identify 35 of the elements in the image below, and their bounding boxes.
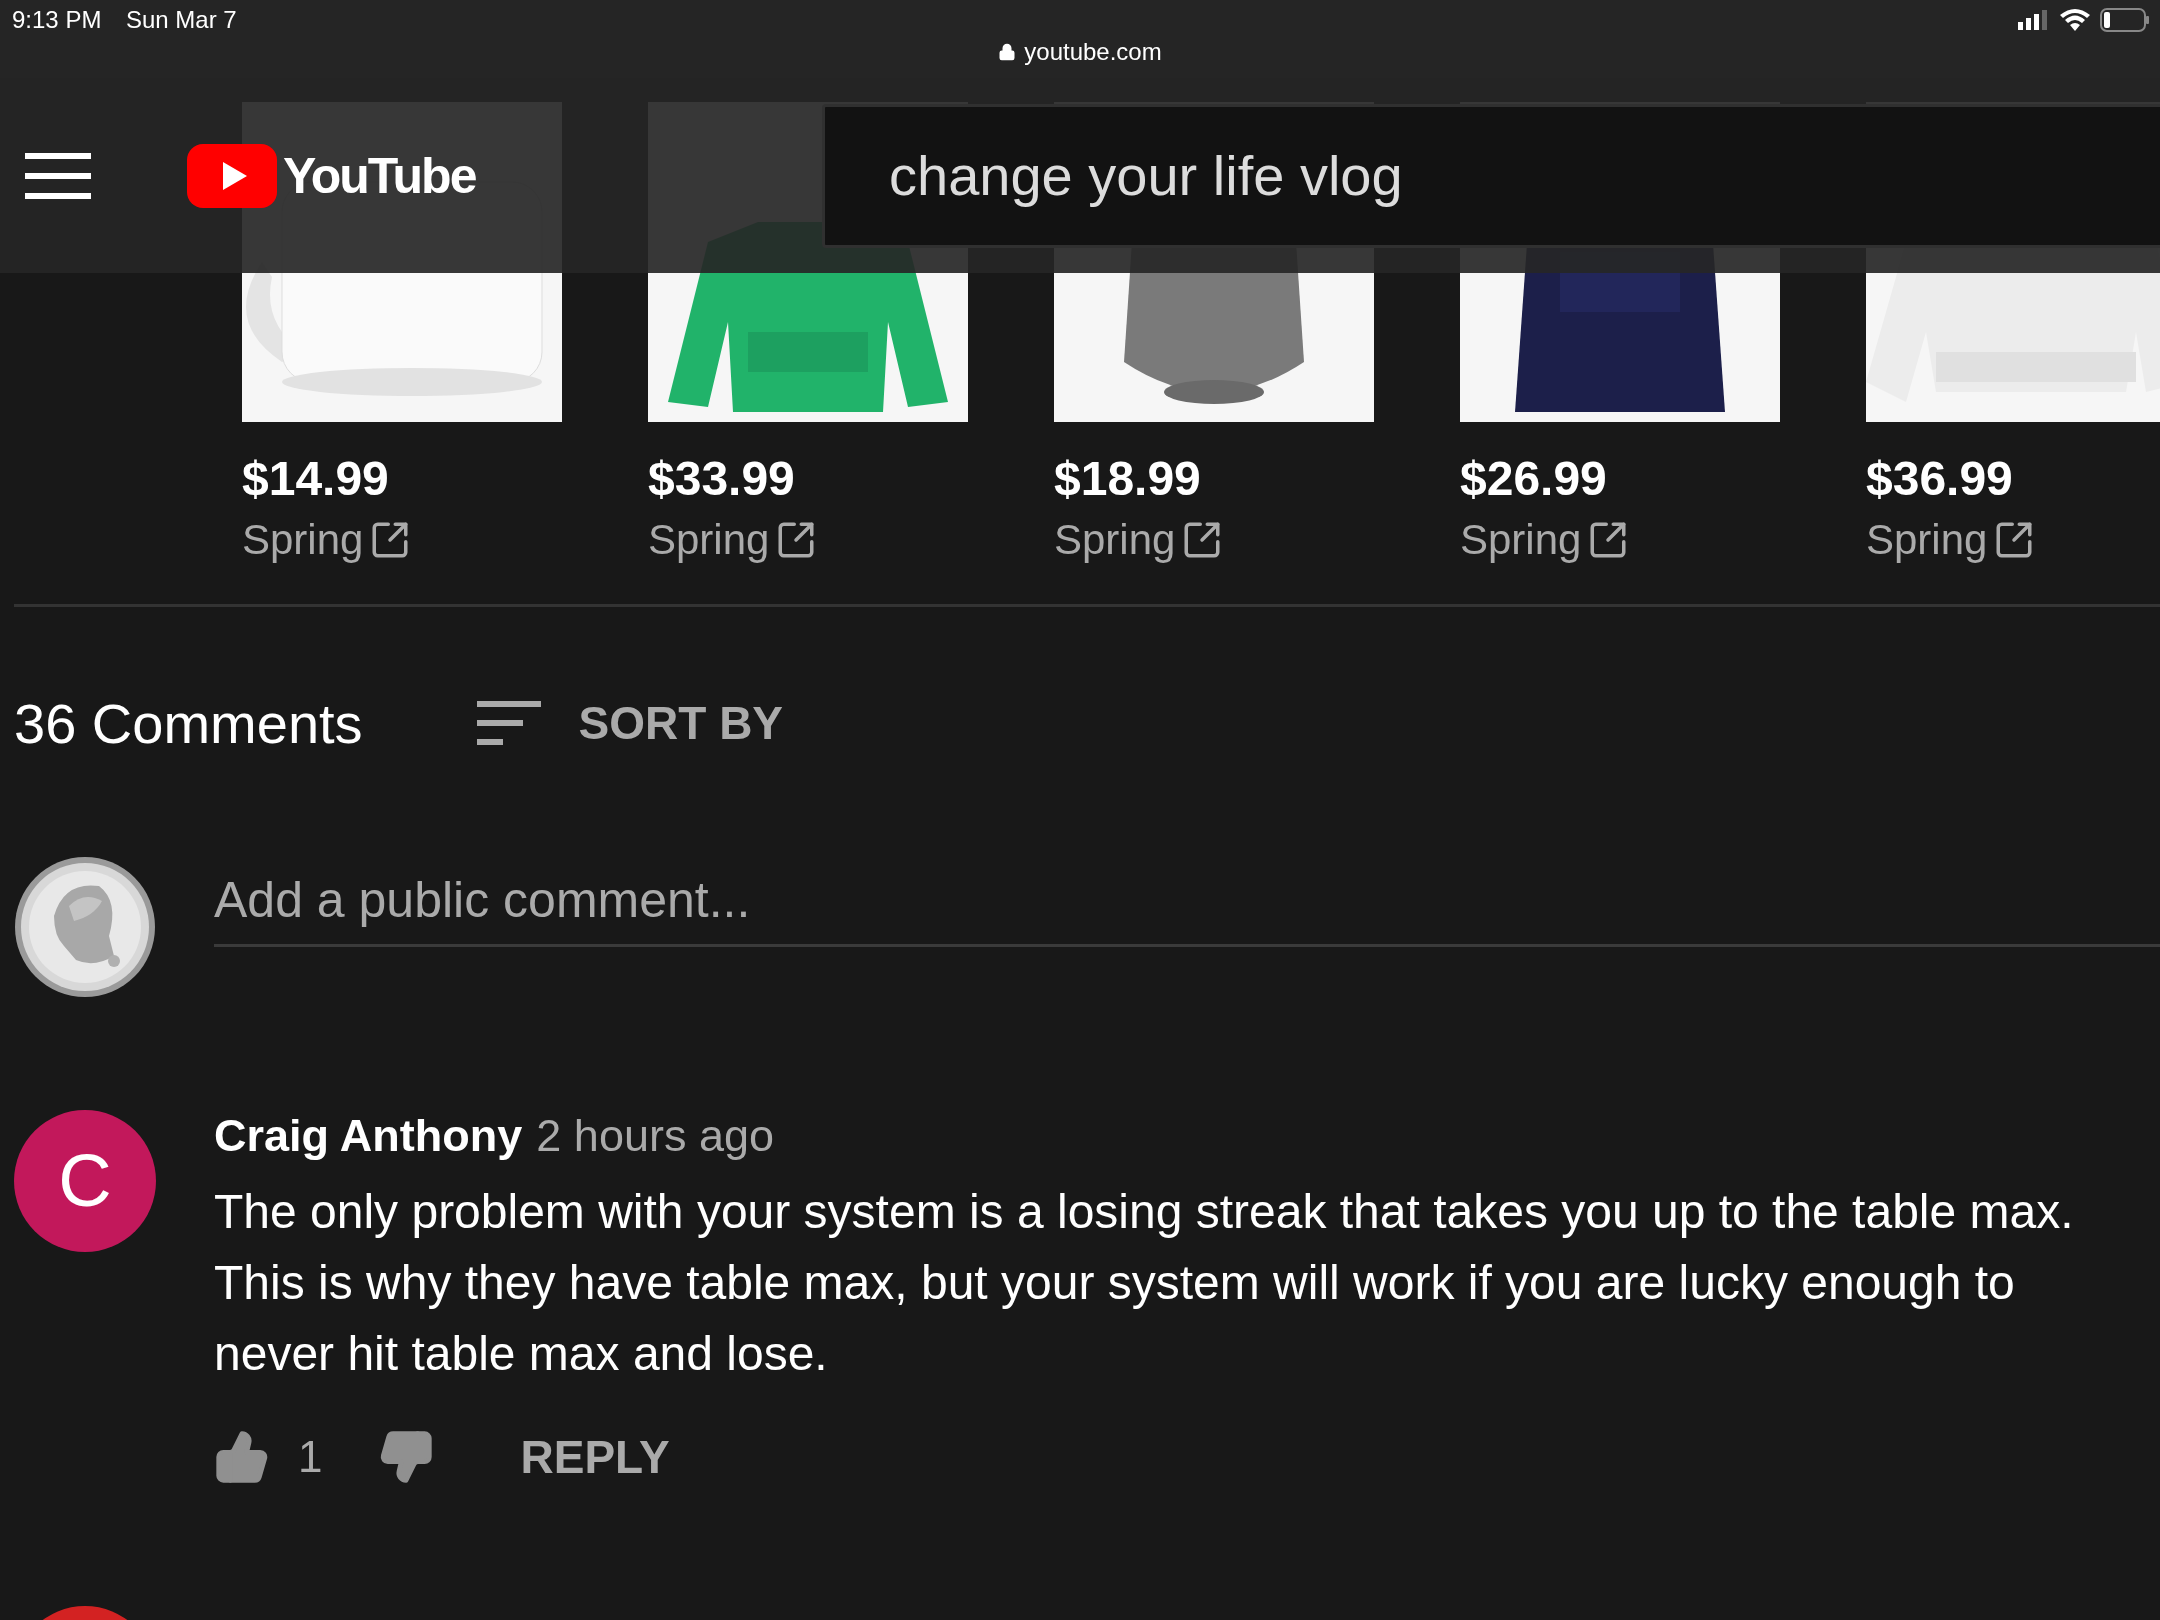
like-count: 1 — [298, 1431, 323, 1482]
logo-text[interactable]: YouTube — [283, 145, 480, 206]
product-price: $14.99 — [242, 451, 390, 507]
comment-count: 36 Comments — [14, 690, 363, 756]
store-link[interactable]: Spring — [242, 515, 412, 564]
comment-author[interactable]: Craig Anthony — [214, 1109, 523, 1162]
like-button[interactable] — [214, 1428, 270, 1485]
play-logo-icon — [187, 143, 277, 208]
avatar: C — [14, 1109, 156, 1252]
status-time: 9:13 PM — [12, 6, 102, 34]
search-field[interactable]: change your life vlog — [822, 103, 2160, 248]
thumbs-down-icon — [378, 1428, 435, 1485]
menu-icon[interactable] — [25, 152, 91, 199]
store-link[interactable]: Spring — [648, 515, 818, 564]
product-price: $36.99 — [1866, 451, 2014, 507]
product-price: $18.99 — [1054, 451, 1202, 507]
battery-icon — [2100, 8, 2150, 32]
product-price: $33.99 — [648, 451, 796, 507]
store-link[interactable]: Spring — [1866, 515, 2036, 564]
comment-time[interactable]: 2 hours ago — [536, 1109, 774, 1162]
reply-button[interactable]: REPLY — [520, 1429, 670, 1484]
comment-field[interactable]: Add a public comment... — [214, 855, 2160, 947]
sort-button[interactable]: SORT BY — [476, 696, 784, 751]
status-date: Sun Mar 7 — [126, 6, 237, 34]
lock-icon — [998, 43, 1017, 61]
dislike-button[interactable] — [378, 1428, 435, 1485]
sort-icon — [476, 701, 541, 746]
store-link[interactable]: Spring — [1054, 515, 1224, 564]
store-link[interactable]: Spring — [1460, 515, 1630, 564]
thumbs-up-icon — [214, 1428, 270, 1485]
product-price: $26.99 — [1460, 451, 1608, 507]
wifi-icon — [2060, 9, 2090, 31]
signal-icon — [2018, 10, 2050, 30]
url-text[interactable]: youtube.com — [1024, 38, 1162, 66]
comment-text: The only problem with your system is a losing streak that takes you up to the table max. This is why they have table max, but your system will work if you are lucky enough to never hit table max and lose. — [214, 1183, 2075, 1382]
